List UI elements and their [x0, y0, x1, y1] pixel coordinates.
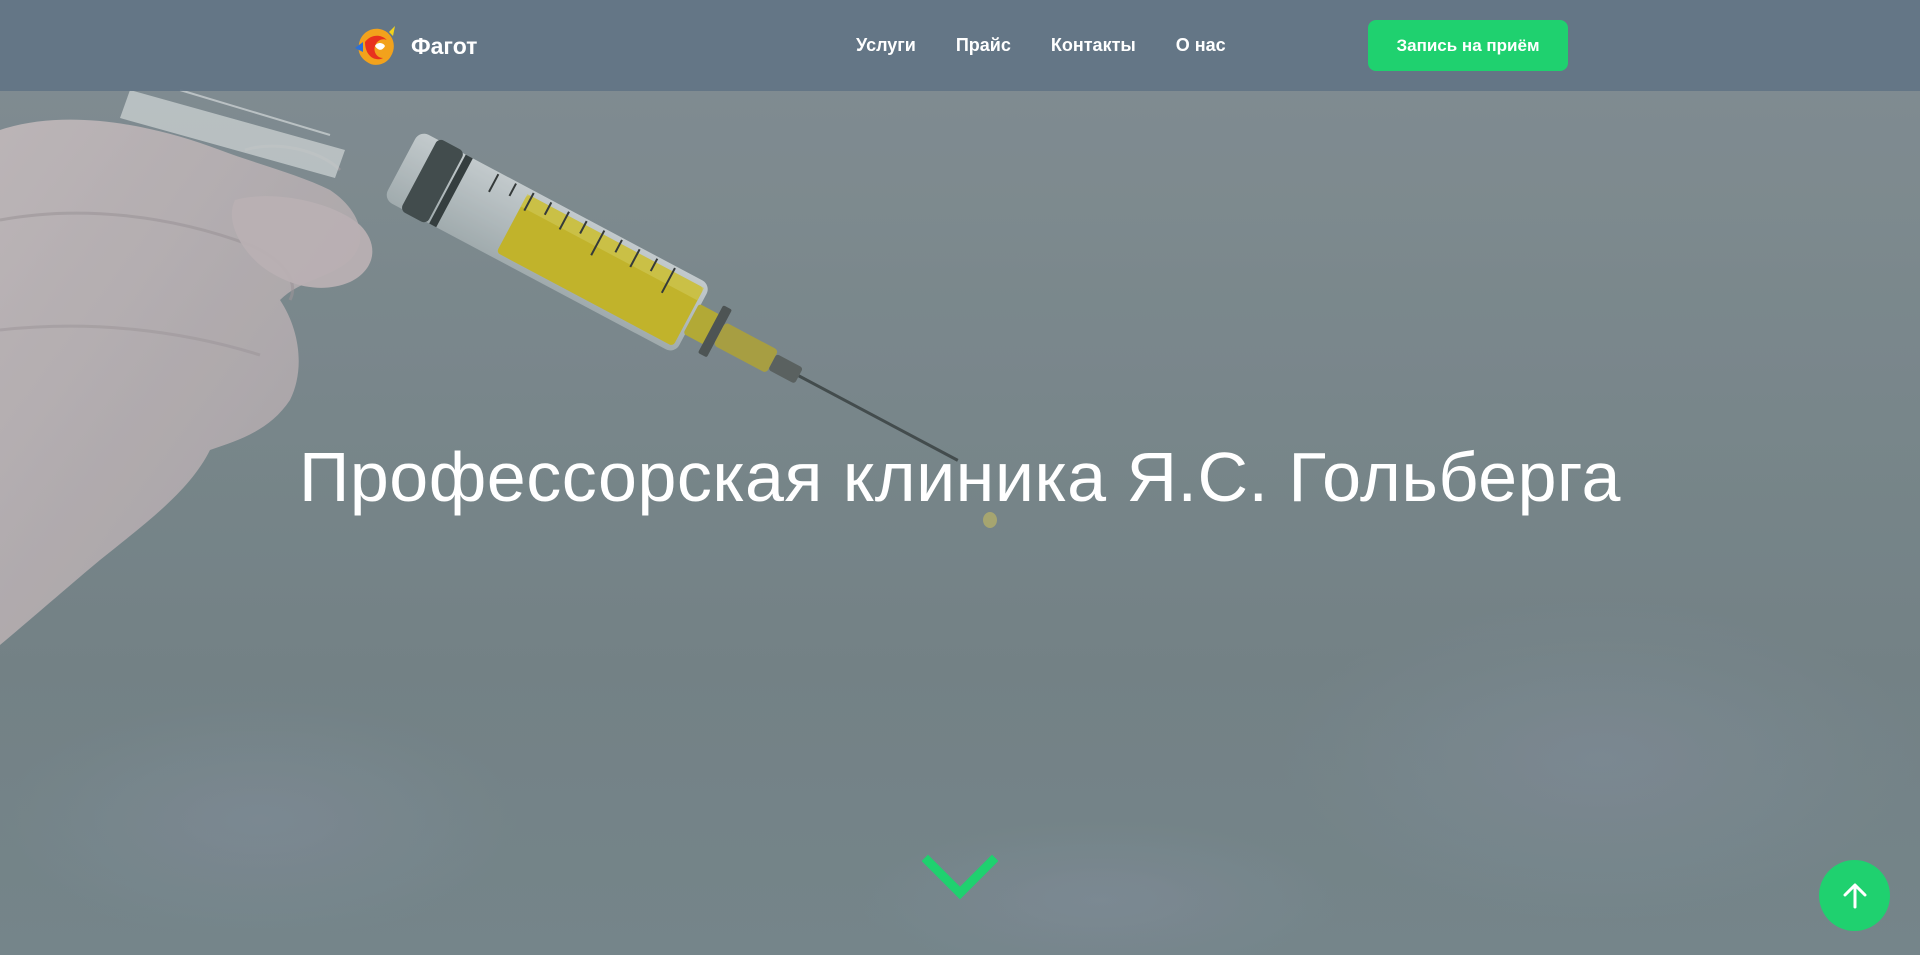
hero-title: Профессорская клиника Я.С. Гольберга [299, 438, 1621, 516]
nav-item-about[interactable]: О нас [1176, 34, 1226, 56]
main-nav: Услуги Прайс Контакты О нас [856, 34, 1226, 56]
nav-item-services[interactable]: Услуги [856, 34, 916, 56]
scroll-top-button[interactable] [1819, 860, 1890, 931]
fox-logo-icon [355, 26, 395, 65]
arrow-up-icon [1843, 883, 1866, 908]
site-header: Фагот Услуги Прайс Контакты О нас Запись… [0, 0, 1920, 91]
page: Фагот Услуги Прайс Контакты О нас Запись… [0, 0, 1920, 955]
appointment-button[interactable]: Запись на приём [1368, 20, 1568, 71]
chevron-down-icon[interactable] [922, 853, 998, 903]
brand-link[interactable]: Фагот [353, 24, 477, 68]
nav-item-contacts[interactable]: Контакты [1051, 34, 1136, 56]
nav-item-price[interactable]: Прайс [956, 34, 1011, 56]
brand-name: Фагот [411, 32, 478, 59]
